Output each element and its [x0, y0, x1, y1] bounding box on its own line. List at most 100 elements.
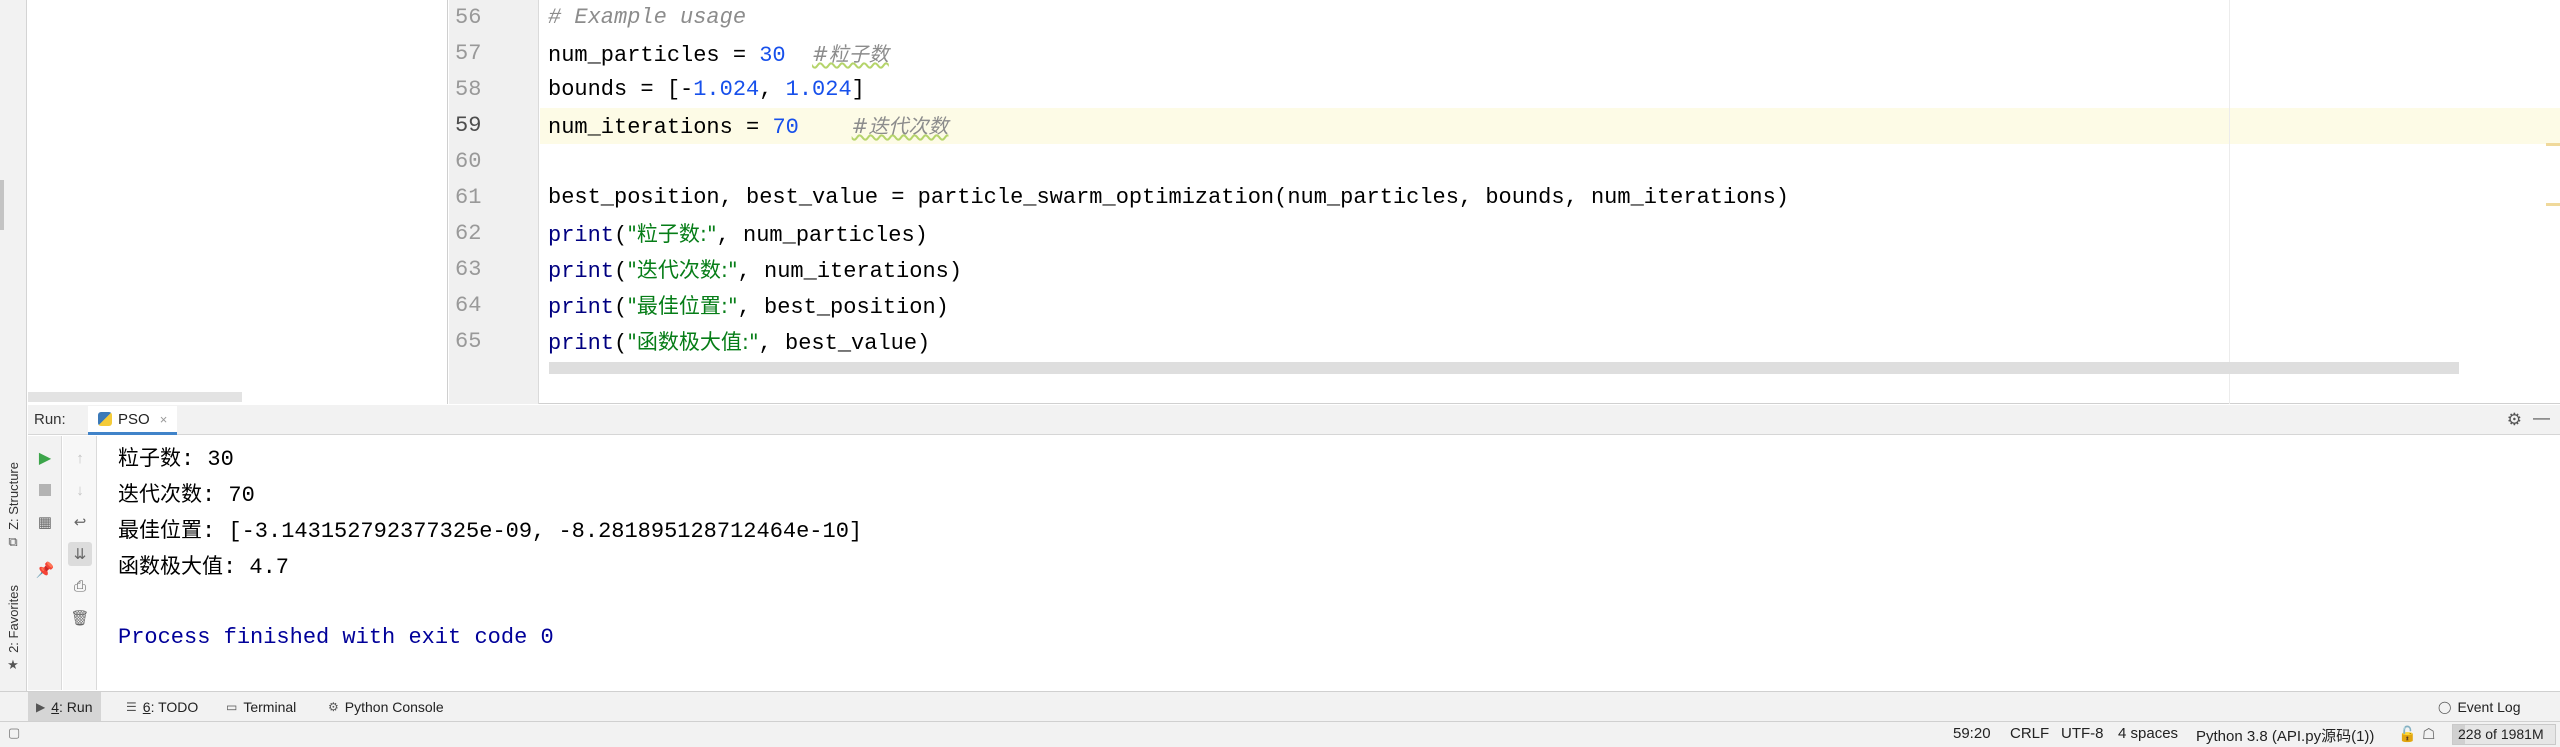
code-token: #迭代次数	[851, 114, 949, 138]
exit-message: Process finished with exit code 0	[118, 625, 554, 650]
trash-icon[interactable]: 🗑	[68, 606, 92, 630]
structure-tab-label: Z: Structure	[5, 462, 21, 530]
console-line-label: 粒子数	[118, 446, 181, 470]
code-line[interactable]: num_particles = 30 #粒子数	[540, 36, 2560, 72]
code-token: "粒子数:"	[627, 222, 717, 246]
memory-indicator[interactable]: 228 of 1981M	[2452, 724, 2556, 745]
code-line[interactable]	[540, 144, 2560, 180]
line-number: 65	[455, 329, 482, 354]
console-line-label: 函数极大值	[118, 554, 223, 578]
left-tool-strip: Z: Structure ⧉ 2: Favorites ★	[0, 0, 27, 703]
run-panel-title: Run:	[34, 411, 66, 428]
console-line-value: : 4.7	[223, 555, 290, 580]
console-line: 粒子数: 30	[118, 440, 234, 476]
arrow-down-icon[interactable]: ↓	[68, 478, 92, 502]
code-token: ,	[759, 77, 786, 102]
code-token: (	[614, 259, 628, 284]
code-token: print	[548, 295, 615, 320]
structure-tool-tab[interactable]: Z: Structure ⧉	[2, 462, 24, 550]
code-token: print	[548, 223, 615, 248]
indent-setting[interactable]: 4 spaces	[2118, 725, 2178, 742]
terminal-tool-button[interactable]: ▭ Terminal	[218, 692, 304, 721]
minimize-icon[interactable]: —	[2533, 408, 2550, 428]
code-line[interactable]: bounds = [-1.024, 1.024]	[540, 72, 2560, 108]
gear-icon[interactable]: ⚙	[2507, 410, 2522, 430]
layout-icon[interactable]: ▦	[33, 510, 57, 534]
code-line[interactable]: print("粒子数:", num_particles)	[540, 216, 2560, 252]
console-line-value: : 70	[202, 483, 255, 508]
inspector-icon[interactable]: ☖	[2422, 725, 2435, 743]
error-stripe-mark[interactable]	[2546, 143, 2560, 146]
todo-tool-key: 6	[142, 698, 151, 715]
code-token: best_position, best_value = particle_swa…	[548, 185, 1790, 210]
code-area[interactable]: # Example usage num_particles = 30 #粒子数 bo…	[540, 0, 2560, 404]
code-line[interactable]: print("迭代次数:", num_iterations)	[540, 252, 2560, 288]
run-panel-header: Run: PSO × ⚙ —	[28, 405, 2560, 435]
arrow-up-icon[interactable]: ↑	[68, 446, 92, 470]
stop-icon[interactable]	[33, 478, 57, 502]
code-line[interactable]: print("函数极大值:", best_value)	[540, 324, 2560, 360]
project-tab-marker[interactable]	[0, 180, 4, 230]
code-token: print	[548, 259, 615, 284]
python-icon	[98, 412, 112, 426]
code-token: 30	[759, 43, 786, 68]
code-token: "迭代次数:"	[627, 258, 738, 282]
run-tool-label: : Run	[59, 698, 93, 715]
code-token: 1.024	[785, 77, 852, 102]
run-toolbar: ▶ ▦ 📌	[28, 436, 62, 690]
code-token: , num_iterations)	[737, 259, 963, 284]
caret-position[interactable]: 59:20	[1953, 725, 1991, 742]
favorites-tool-tab[interactable]: 2: Favorites ★	[2, 585, 24, 673]
console-line: 函数极大值: 4.7	[118, 548, 289, 584]
code-line-current[interactable]: num_iterations = 70 #迭代次数	[540, 108, 2560, 144]
code-editor[interactable]: 56 57 58 59 60 61 62 63 64 65 # Example usage num_…	[449, 0, 2560, 404]
editor-horizontal-scrollbar[interactable]	[549, 362, 2459, 374]
error-stripe-mark[interactable]	[2546, 203, 2560, 206]
line-separator[interactable]: CRLF	[2010, 725, 2049, 742]
lock-icon[interactable]: 🔓	[2398, 725, 2417, 743]
toggle-tool-windows-icon[interactable]: ▢	[8, 725, 20, 741]
project-horizontal-scrollbar[interactable]	[28, 392, 242, 402]
todo-tool-label: : TODO	[150, 698, 199, 715]
event-log-tool-button[interactable]: ◯ Event Log	[2430, 692, 2529, 721]
code-token: "函数极大值:"	[627, 330, 759, 354]
event-log-label: Event Log	[2457, 698, 2521, 715]
line-number: 64	[455, 293, 482, 318]
code-line[interactable]: best_position, best_value = particle_swa…	[540, 180, 2560, 216]
close-icon[interactable]: ×	[160, 412, 168, 427]
favorites-tab-label: 2: Favorites	[5, 585, 21, 653]
run-tool-key: 4	[51, 698, 60, 715]
python-interpreter[interactable]: Python 3.8 (API.py源码(1))	[2196, 725, 2374, 746]
right-margin-guide	[2229, 0, 2230, 404]
run-tool-button[interactable]: ▶ 4: Run	[28, 692, 101, 721]
soft-wrap-icon[interactable]: ↩	[68, 510, 92, 534]
terminal-icon: ▭	[226, 699, 238, 714]
code-token: print	[548, 331, 615, 356]
scroll-to-end-icon[interactable]: ⇊	[68, 542, 92, 566]
code-token: , num_particles)	[716, 223, 928, 248]
python-console-icon: ⚙	[328, 699, 339, 714]
pin-icon[interactable]: 📌	[33, 558, 57, 582]
line-number: 63	[455, 257, 482, 282]
todo-tool-button[interactable]: ☰ 6: TODO	[118, 692, 206, 721]
line-number: 60	[455, 149, 482, 174]
file-encoding[interactable]: UTF-8	[2061, 725, 2104, 742]
console-line: 最佳位置: [-3.143152792377325e-09, -8.281895…	[118, 512, 862, 548]
line-number: 56	[455, 5, 482, 30]
code-line[interactable]: print("最佳位置:", best_position)	[540, 288, 2560, 324]
code-token: num_particles =	[548, 43, 760, 68]
console-line: 迭代次数: 70	[118, 476, 255, 512]
code-line[interactable]: # Example usage	[540, 0, 2560, 36]
terminal-tool-label: Terminal	[243, 698, 297, 715]
python-console-tool-button[interactable]: ⚙ Python Console	[320, 692, 452, 721]
print-icon[interactable]: ⎙	[68, 574, 92, 598]
rerun-icon[interactable]: ▶	[33, 446, 57, 470]
run-tab-pso[interactable]: PSO ×	[88, 406, 178, 435]
line-number: 58	[455, 77, 482, 102]
console-output[interactable]: 粒子数: 30 迭代次数: 70 最佳位置: [-3.143152792377325…	[98, 436, 2560, 690]
code-token: 1.024	[693, 77, 760, 102]
code-token: (	[614, 295, 628, 320]
code-token: bounds = [-	[548, 77, 694, 102]
line-number: 61	[455, 185, 482, 210]
